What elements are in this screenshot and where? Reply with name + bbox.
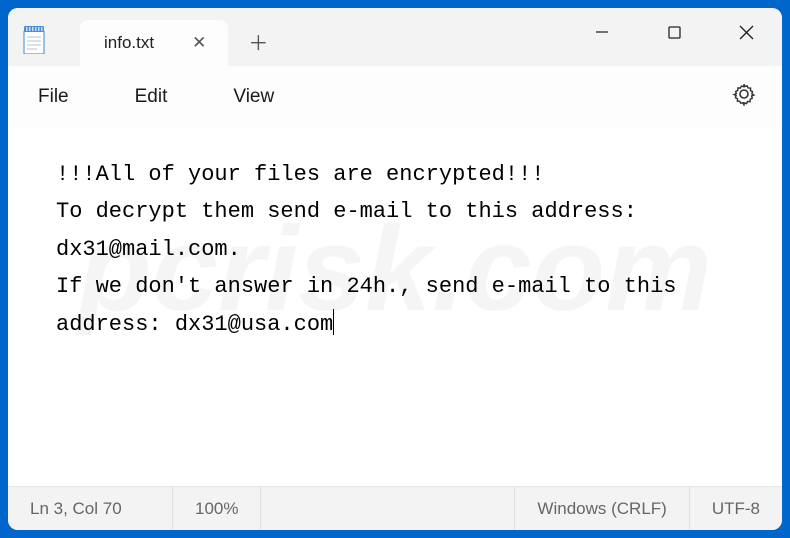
- status-line-ending[interactable]: Windows (CRLF): [515, 487, 689, 530]
- statusbar: Ln 3, Col 70 100% Windows (CRLF) UTF-8: [8, 486, 782, 530]
- tab-active[interactable]: info.txt ✕: [80, 20, 228, 66]
- text-editor[interactable]: !!!All of your files are encrypted!!! To…: [8, 128, 782, 486]
- menu-view[interactable]: View: [223, 80, 284, 114]
- gear-icon: [732, 82, 756, 106]
- status-zoom[interactable]: 100%: [173, 487, 261, 530]
- maximize-button[interactable]: [638, 8, 710, 56]
- menubar: File Edit View: [8, 66, 782, 128]
- plus-icon: ＋: [248, 27, 268, 56]
- status-spacer: [261, 487, 515, 530]
- status-cursor-position[interactable]: Ln 3, Col 70: [8, 487, 173, 530]
- minimize-button[interactable]: [566, 8, 638, 56]
- tab-title: info.txt: [104, 33, 154, 53]
- settings-button[interactable]: [726, 76, 762, 118]
- notepad-icon: [21, 26, 47, 54]
- new-tab-button[interactable]: ＋: [228, 8, 276, 66]
- text-content: !!!All of your files are encrypted!!! To…: [56, 162, 690, 337]
- tabs-container: info.txt ✕ ＋: [80, 8, 276, 66]
- editor-content: !!!All of your files are encrypted!!! To…: [56, 156, 734, 343]
- menu-file[interactable]: File: [28, 80, 79, 114]
- close-button[interactable]: [710, 8, 782, 56]
- close-icon[interactable]: ✕: [184, 29, 214, 57]
- app-icon: [8, 8, 60, 54]
- status-encoding[interactable]: UTF-8: [690, 487, 782, 530]
- window-controls: [566, 8, 782, 56]
- close-icon: [739, 25, 754, 40]
- menu-edit[interactable]: Edit: [125, 80, 178, 114]
- titlebar: info.txt ✕ ＋: [8, 8, 782, 66]
- text-cursor: [333, 309, 334, 335]
- notepad-window: pcrisk.com info.txt ✕: [8, 8, 782, 530]
- minimize-icon: [595, 25, 609, 39]
- maximize-icon: [668, 26, 681, 39]
